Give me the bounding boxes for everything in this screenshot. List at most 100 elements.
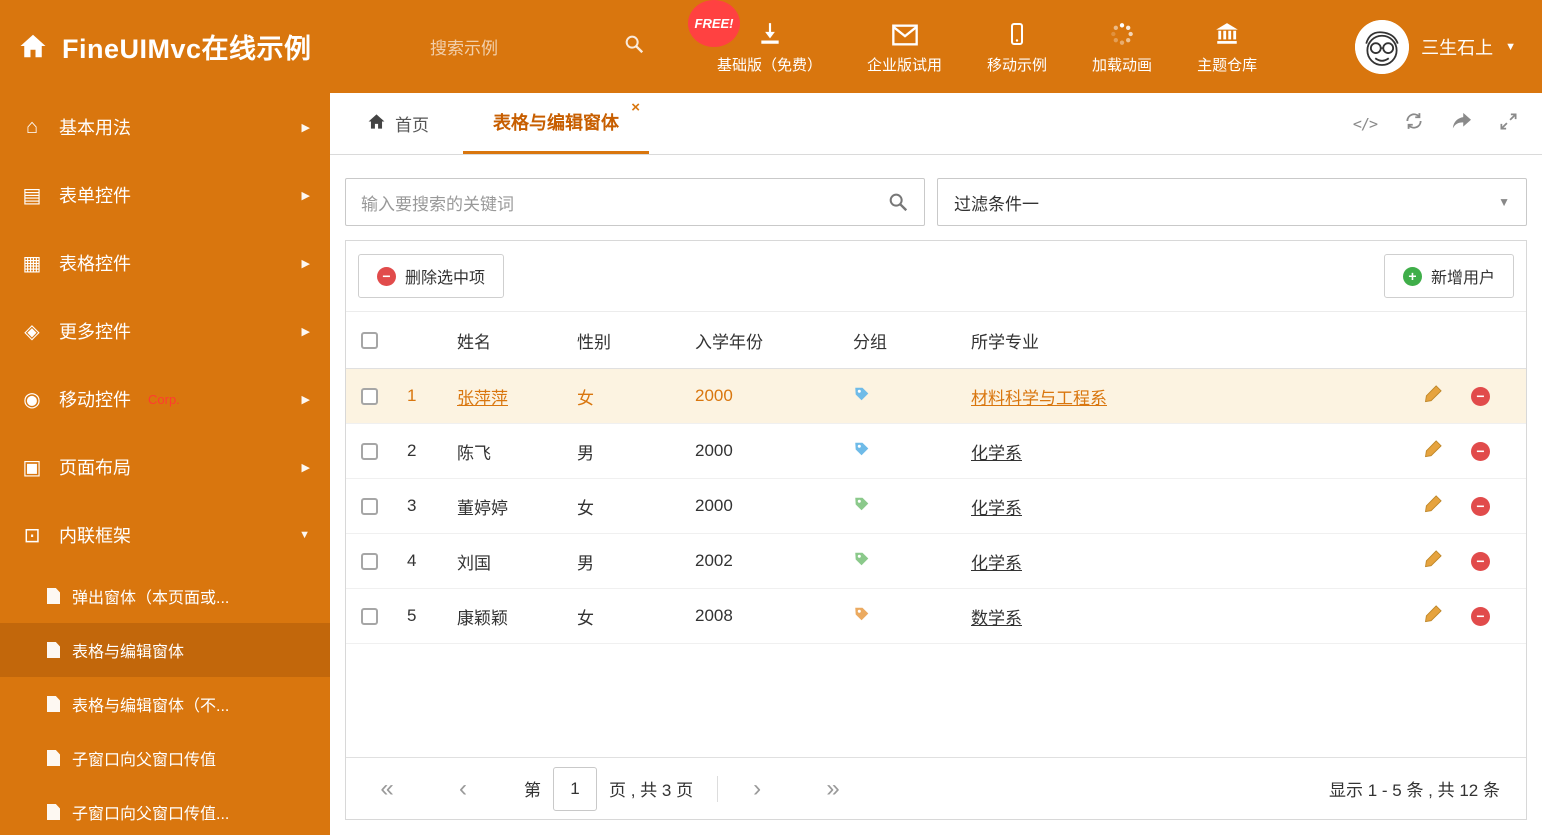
sidebar-item-label: 移动控件: [59, 390, 131, 410]
layout-icon: ▣: [22, 456, 42, 479]
keyword-search-placeholder: 输入要搜索的关键词: [361, 194, 514, 214]
table-row[interactable]: 4 刘国 男 2002 化学系 −: [346, 534, 1526, 589]
chevron-right-icon: ▶: [301, 257, 310, 270]
source-code-icon[interactable]: </>: [1353, 115, 1378, 133]
sidebar-item-label: 表格控件: [59, 254, 131, 274]
edit-icon[interactable]: [1424, 604, 1443, 628]
tab-label: 表格与编辑窗体: [493, 113, 619, 133]
last-page-button[interactable]: »: [818, 776, 848, 801]
table-row[interactable]: 3 董婷婷 女 2000 化学系 −: [346, 479, 1526, 534]
table-row[interactable]: 2 陈飞 男 2000 化学系 −: [346, 424, 1526, 479]
pagination-bar: « ‹ 第 页 , 共 3 页 › » 显示 1 - 5 条 , 共 12 条: [346, 757, 1526, 819]
header-search-input[interactable]: 搜索示例: [430, 33, 645, 60]
sidebar-item-basic-usage[interactable]: ⌂ 基本用法 ▶: [0, 93, 330, 161]
chevron-right-icon: ▶: [301, 325, 310, 338]
free-badge: FREE!: [688, 0, 740, 47]
delete-icon[interactable]: −: [1471, 606, 1490, 626]
add-user-button[interactable]: + 新增用户: [1383, 254, 1514, 298]
select-all-checkbox[interactable]: [361, 332, 378, 350]
chevron-down-icon: ▼: [1505, 40, 1516, 53]
sidebar-item-page-layout[interactable]: ▣ 页面布局 ▶: [0, 433, 330, 501]
search-icon[interactable]: [887, 191, 909, 213]
sidebar-subitem-child-to-parent-2[interactable]: 子窗口向父窗口传值...: [0, 785, 330, 835]
tab-bar: 首页 表格与编辑窗体 × </>: [330, 93, 1542, 155]
name-cell: 陈飞: [457, 443, 491, 463]
brand[interactable]: FineUIMvc在线示例: [0, 27, 330, 66]
sidebar-item-form-controls[interactable]: ▤ 表单控件 ▶: [0, 161, 330, 229]
year-cell: 2000: [695, 496, 733, 515]
major-link[interactable]: 化学系: [971, 554, 1022, 573]
table-header-row: 姓名 性别 入学年份 分组 所学专业: [346, 312, 1526, 369]
tab-home[interactable]: 首页: [345, 93, 451, 154]
sidebar-item-grid-controls[interactable]: ▦ 表格控件 ▶: [0, 229, 330, 297]
sidebar-subitem-grid-edit-window-2[interactable]: 表格与编辑窗体（不...: [0, 677, 330, 731]
grid-icon: ▦: [22, 252, 42, 275]
row-checkbox[interactable]: [361, 553, 378, 571]
tab-grid-edit-window[interactable]: 表格与编辑窗体 ×: [463, 93, 649, 154]
row-checkbox[interactable]: [361, 388, 378, 406]
page-number-input[interactable]: [553, 766, 597, 811]
delete-selected-button[interactable]: − 删除选中项: [358, 254, 505, 298]
sidebar-item-label: 页面布局: [59, 458, 131, 478]
sidebar-item-iframe[interactable]: ⊡ 内联框架 ▼: [0, 501, 330, 569]
table-row[interactable]: 5 康颖颖 女 2008 数学系 −: [346, 589, 1526, 644]
next-page-button[interactable]: ›: [742, 776, 772, 801]
first-page-button[interactable]: «: [372, 776, 402, 801]
sidebar-subitem-label: 表格与编辑窗体: [72, 644, 185, 661]
row-number: 3: [407, 496, 417, 515]
edit-icon[interactable]: [1424, 384, 1443, 408]
expand-icon[interactable]: [1499, 112, 1518, 136]
edit-icon[interactable]: [1424, 549, 1443, 573]
major-link[interactable]: 数学系: [971, 609, 1022, 628]
edit-icon[interactable]: [1424, 494, 1443, 518]
sidebar-subitem-child-to-parent[interactable]: 子窗口向父窗口传值: [0, 731, 330, 785]
nav-item-label: 基础版（免费）: [717, 56, 823, 74]
row-checkbox[interactable]: [361, 498, 378, 516]
delete-icon[interactable]: −: [1471, 386, 1490, 406]
sidebar-item-label: 表单控件: [59, 186, 131, 206]
major-link[interactable]: 化学系: [971, 444, 1022, 463]
search-icon[interactable]: [623, 33, 645, 60]
row-checkbox[interactable]: [361, 608, 378, 626]
major-link[interactable]: 材料科学与工程系: [971, 389, 1107, 408]
nav-item-theme-repo[interactable]: 主题仓库: [1197, 19, 1257, 75]
tag-icon: [853, 495, 871, 513]
close-icon[interactable]: ×: [631, 100, 640, 115]
edit-icon[interactable]: [1424, 439, 1443, 463]
chevron-down-icon: ▼: [1498, 195, 1510, 209]
sidebar-item-mobile-controls[interactable]: ◉ 移动控件 Corp. ▶: [0, 365, 330, 433]
main-content: 首页 表格与编辑窗体 × </> 输入要搜索的关键词 过滤条件一 ▼ − 删除选…: [330, 93, 1542, 835]
prev-page-button[interactable]: ‹: [448, 776, 478, 801]
user-menu[interactable]: 三生石上 ▼: [1355, 19, 1542, 74]
refresh-icon[interactable]: [1404, 111, 1424, 136]
page-total-label: 页 , 共 3 页: [609, 781, 694, 800]
sidebar-item-more-controls[interactable]: ◈ 更多控件 ▶: [0, 297, 330, 365]
record-summary: 显示 1 - 5 条 , 共 12 条: [1329, 781, 1500, 800]
corp-badge: Corp.: [148, 391, 180, 407]
filter-dropdown[interactable]: 过滤条件一 ▼: [937, 178, 1527, 226]
table-row[interactable]: 1 张萍萍 女 2000 材料科学与工程系 −: [346, 369, 1526, 424]
row-checkbox[interactable]: [361, 443, 378, 461]
keyword-search-input[interactable]: 输入要搜索的关键词: [345, 178, 925, 226]
chevron-right-icon: ▶: [301, 461, 310, 474]
column-header-group: 分组: [853, 332, 887, 352]
home-icon: [367, 112, 386, 136]
tag-icon: [853, 440, 871, 458]
sidebar-subitem-grid-edit-window[interactable]: 表格与编辑窗体: [0, 623, 330, 677]
major-link[interactable]: 化学系: [971, 499, 1022, 518]
name-cell: 董婷婷: [457, 498, 508, 518]
column-header-major: 所学专业: [971, 332, 1039, 352]
mobile-icon: [1005, 19, 1029, 47]
delete-icon[interactable]: −: [1471, 496, 1490, 516]
column-header-name: 姓名: [457, 332, 491, 352]
sidebar-subitem-popup-window[interactable]: 弹出窗体（本页面或...: [0, 569, 330, 623]
delete-icon[interactable]: −: [1471, 441, 1490, 461]
nav-item-enterprise-trial[interactable]: 企业版试用: [867, 19, 942, 75]
share-icon[interactable]: [1451, 112, 1472, 136]
sidebar-subitem-label: 弹出窗体（本页面或...: [72, 590, 230, 607]
sidebar-subitem-label: 表格与编辑窗体（不...: [72, 698, 230, 715]
nav-item-loading-animation[interactable]: 加载动画: [1092, 19, 1152, 75]
chevron-right-icon: ▶: [301, 189, 310, 202]
delete-icon[interactable]: −: [1471, 551, 1490, 571]
nav-item-mobile-demo[interactable]: 移动示例: [987, 19, 1047, 75]
